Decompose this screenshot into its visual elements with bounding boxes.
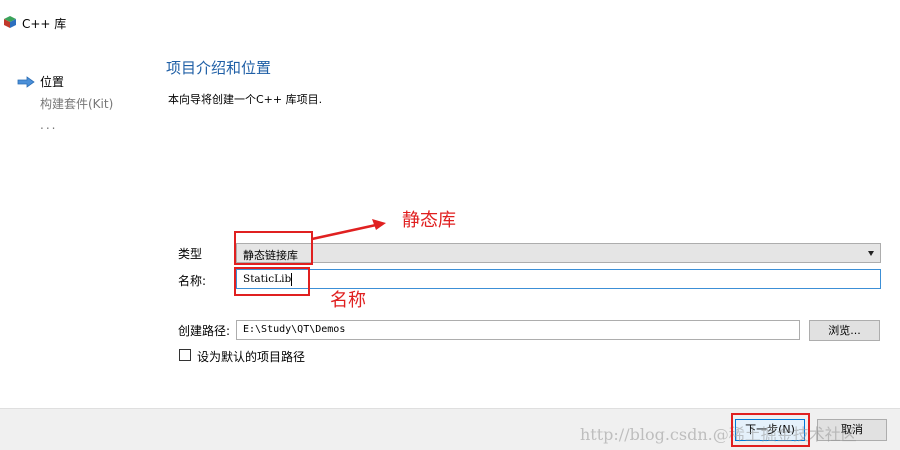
step-more: ... [40, 118, 58, 132]
path-input-value: E:\Study\QT\Demos [243, 324, 346, 335]
path-label: 创建路径: [178, 324, 231, 338]
path-input[interactable]: E:\Study\QT\Demos [236, 320, 800, 340]
name-label: 名称: [178, 274, 207, 288]
annotation-type-note: 静态库 [402, 210, 456, 231]
annotation-box-next [731, 413, 810, 447]
annotation-name-note: 名称 [330, 290, 366, 311]
step-location: 位置 [40, 75, 65, 89]
browse-button[interactable]: 浏览... [809, 320, 880, 341]
step-kit: 构建套件(Kit) [40, 97, 114, 111]
chevron-down-icon [868, 251, 874, 256]
qt-app-icon [4, 16, 16, 28]
page-description: 本向导将创建一个C++ 库项目. [168, 93, 323, 106]
annotation-box-type [234, 231, 313, 265]
default-path-checkbox[interactable] [179, 349, 191, 361]
page-title: 项目介绍和位置 [166, 59, 272, 77]
title-bar: C++ 库 [0, 0, 900, 44]
annotation-arrow-icon [311, 219, 386, 241]
type-label: 类型 [178, 247, 203, 261]
window-title: C++ 库 [22, 17, 67, 31]
current-step-arrow-icon [17, 76, 35, 88]
default-path-label[interactable]: 设为默认的项目路径 [197, 348, 305, 365]
type-select[interactable]: 静态链接库 [236, 243, 881, 263]
watermark: http://blog.csdn.@稀土掘金技术社区 [580, 425, 857, 444]
annotation-box-name [234, 267, 310, 296]
